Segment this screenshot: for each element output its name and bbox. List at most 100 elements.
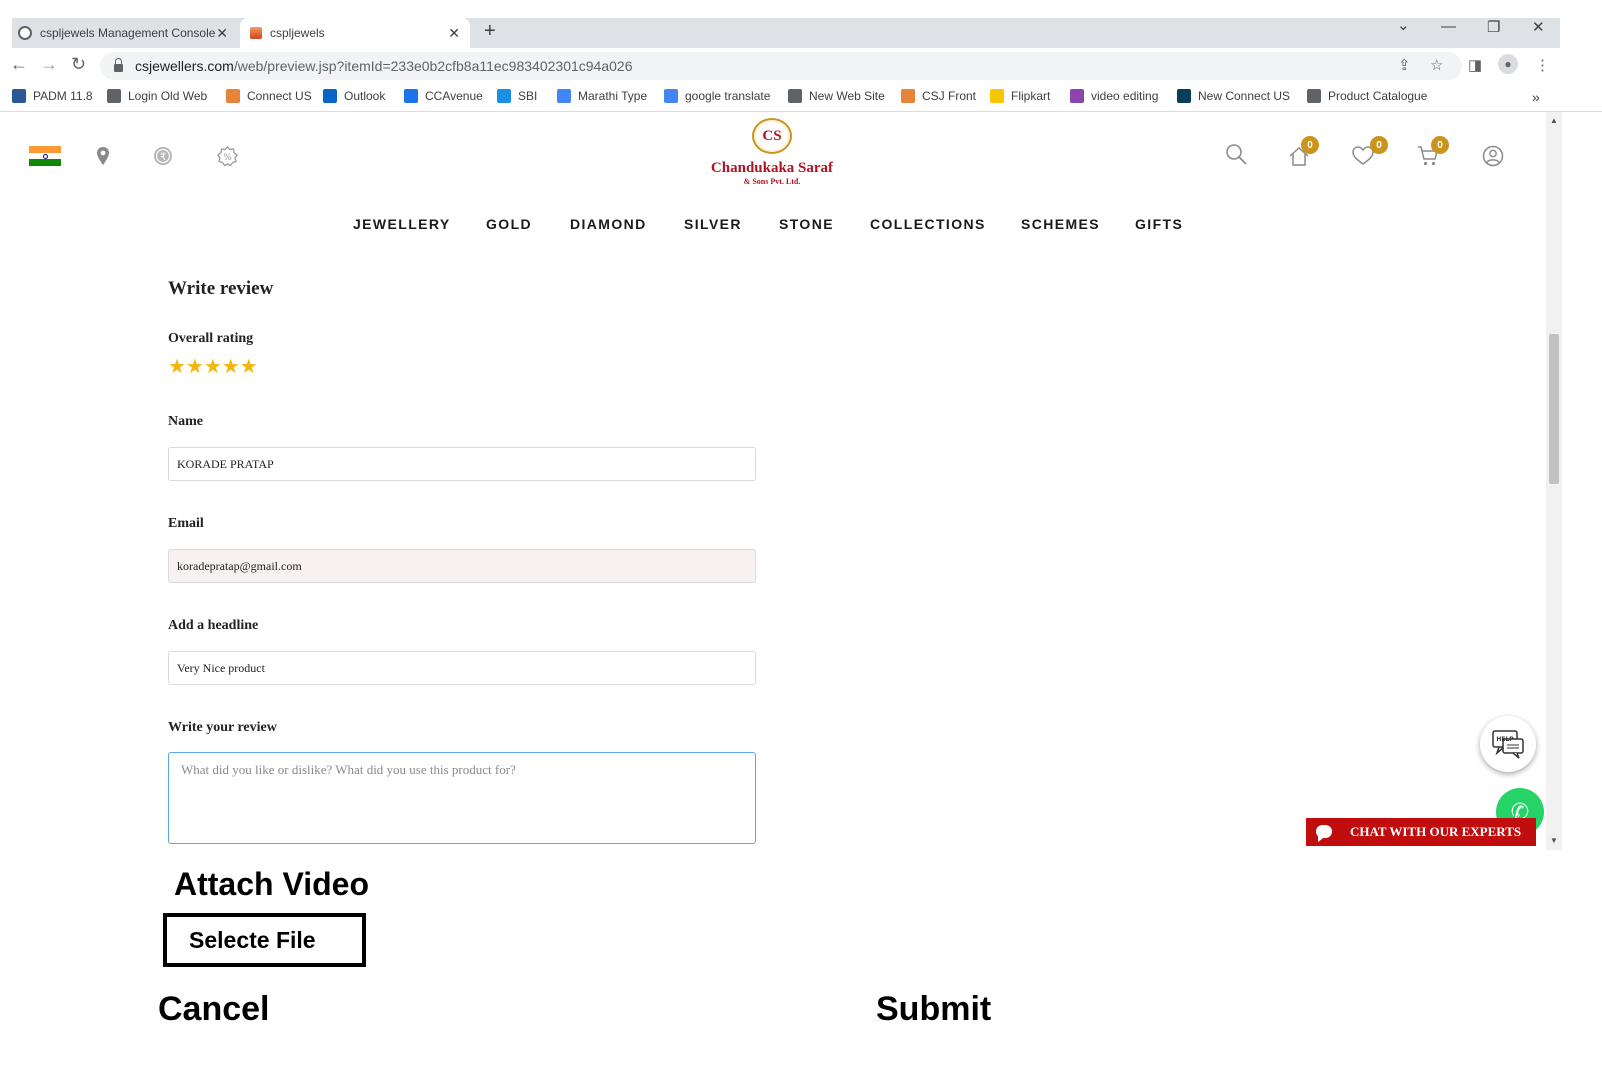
scroll-down-arrow-icon[interactable]: ▼ (1550, 836, 1558, 845)
wishlist-count-badge: 0 (1370, 136, 1388, 154)
bookmark-label: New Connect US (1198, 89, 1291, 103)
bookmark-favicon-icon (1070, 89, 1084, 103)
bookmark-item[interactable]: New Connect US (1177, 89, 1290, 103)
nav-diamond[interactable]: DIAMOND (570, 216, 647, 232)
email-input[interactable] (168, 549, 756, 583)
discount-offer-icon[interactable]: % (217, 146, 238, 167)
scroll-up-arrow-icon[interactable]: ▲ (1550, 116, 1558, 125)
minimize-button[interactable]: — (1441, 18, 1456, 35)
headline-input[interactable] (168, 651, 756, 685)
bookmark-label: Flipkart (1011, 89, 1051, 103)
overall-rating-label: Overall rating (168, 331, 254, 346)
page-scrollbar[interactable]: ▲ ▼ (1546, 112, 1562, 850)
close-icon[interactable]: ✕ (216, 25, 228, 42)
bookmark-item[interactable]: Marathi Type (557, 89, 647, 103)
bookmark-label: Login Old Web (128, 89, 208, 103)
logo-emblem: CS (752, 118, 792, 154)
user-account-icon[interactable] (1482, 145, 1504, 167)
scroll-thumb[interactable] (1549, 334, 1559, 484)
bookmark-favicon-icon (404, 89, 418, 103)
tab-title: cspljewels (270, 26, 325, 40)
bookmark-favicon-icon (990, 89, 1004, 103)
nav-silver[interactable]: SILVER (684, 216, 742, 232)
chat-with-experts-button[interactable]: CHAT WITH OUR EXPERTS (1306, 818, 1536, 846)
bookmark-favicon-icon (1307, 89, 1321, 103)
review-textarea[interactable] (168, 752, 756, 844)
nav-schemes[interactable]: SCHEMES (1021, 216, 1100, 232)
address-bar-row: ← → ↻ csjewellers.com/web/preview.jsp?it… (0, 48, 1602, 84)
chat-bubble-icon (1316, 825, 1332, 842)
bookmark-item[interactable]: google translate (664, 89, 770, 103)
bookmark-item[interactable]: CSJ Front (901, 89, 976, 103)
bookmark-star-icon[interactable]: ☆ (1430, 56, 1443, 74)
bookmark-label: video editing (1091, 89, 1159, 103)
tab-cspljewels[interactable]: cspljewels ✕ (240, 18, 470, 48)
bookmark-favicon-icon (226, 89, 240, 103)
nav-collections[interactable]: COLLECTIONS (870, 216, 986, 232)
bookmark-favicon-icon (12, 89, 26, 103)
name-input[interactable] (168, 447, 756, 481)
window-close-button[interactable]: ✕ (1532, 18, 1545, 36)
browser-tab-strip: cspljewels Management Console ✕ cspljewe… (0, 0, 1602, 48)
bookmark-item[interactable]: New Web Site (788, 89, 885, 103)
name-label: Name (168, 414, 203, 429)
bookmark-item[interactable]: PADM 11.8 (12, 89, 93, 103)
select-file-button[interactable]: Selecte File (163, 913, 366, 967)
side-panel-icon[interactable]: ◨ (1468, 56, 1482, 74)
bookmark-label: SBI (518, 89, 538, 103)
bookmark-item[interactable]: SBI (497, 89, 537, 103)
new-tab-button[interactable]: + (484, 20, 496, 43)
help-text: HELP (1496, 736, 1514, 743)
bookmark-favicon-icon (901, 89, 915, 103)
bookmark-item[interactable]: CCAvenue (404, 89, 483, 103)
back-arrow-icon[interactable]: ← (10, 54, 28, 75)
bookmark-item[interactable]: Flipkart (990, 89, 1050, 103)
bookmark-item[interactable]: Login Old Web (107, 89, 207, 103)
brand-logo[interactable]: CS Chandukaka Saraf & Sons Pvt. Ltd. (692, 118, 852, 186)
bookmark-label: Marathi Type (578, 89, 648, 103)
bookmark-label: CSJ Front (922, 89, 977, 103)
email-label: Email (168, 516, 204, 531)
bookmark-label: Outlook (344, 89, 386, 103)
main-navigation: JEWELLERY GOLD DIAMOND SILVER STONE COLL… (0, 216, 1546, 240)
profile-avatar-icon[interactable]: ● (1498, 54, 1518, 74)
star-rating[interactable]: ★★★★★ (168, 354, 258, 379)
close-icon[interactable]: ✕ (448, 25, 460, 42)
bookmark-item[interactable]: Connect US (226, 89, 312, 103)
bookmarks-overflow-icon[interactable]: » (1532, 89, 1540, 105)
bookmark-label: New Web Site (809, 89, 885, 103)
bookmark-item[interactable]: Product Catalogue (1307, 89, 1427, 103)
help-chat-button[interactable]: HELP (1480, 716, 1536, 772)
restore-button[interactable]: ❐ (1487, 18, 1500, 36)
bookmark-favicon-icon (1177, 89, 1191, 103)
globe-icon (18, 26, 32, 40)
tab-search-icon[interactable]: ⌄ (1397, 16, 1410, 34)
india-flag-icon[interactable] (29, 146, 61, 167)
bookmark-item[interactable]: Outlook (323, 89, 385, 103)
location-pin-icon[interactable] (96, 146, 110, 166)
logo-subtitle: & Sons Pvt. Ltd. (743, 177, 801, 186)
nav-jewellery[interactable]: JEWELLERY (353, 216, 451, 232)
share-icon[interactable]: ⇪ (1398, 56, 1411, 74)
search-icon[interactable] (1225, 143, 1248, 166)
logo-name: Chandukaka Saraf (710, 160, 834, 176)
cancel-button[interactable]: Cancel (158, 990, 270, 1029)
reload-icon[interactable]: ↻ (71, 54, 86, 75)
home-count-badge: 0 (1301, 136, 1319, 154)
bookmark-item[interactable]: video editing (1070, 89, 1158, 103)
attach-video-heading: Attach Video (174, 866, 369, 902)
bookmark-label: PADM 11.8 (33, 89, 93, 103)
menu-kebab-icon[interactable]: ⋮ (1535, 56, 1550, 74)
nav-gifts[interactable]: GIFTS (1135, 216, 1183, 232)
rupee-coin-icon[interactable]: ₹ (153, 146, 173, 166)
nav-gold[interactable]: GOLD (486, 216, 532, 232)
help-speech-icon: HELP (1492, 730, 1524, 759)
tab-management-console[interactable]: cspljewels Management Console ✕ (12, 18, 238, 48)
forward-arrow-icon[interactable]: → (40, 54, 58, 75)
submit-button[interactable]: Submit (876, 990, 991, 1029)
review-label: Write your review (168, 720, 277, 735)
nav-stone[interactable]: STONE (779, 216, 834, 232)
lock-icon[interactable] (114, 58, 123, 72)
address-bar[interactable]: csjewellers.com/web/preview.jsp?itemId=2… (100, 52, 1462, 80)
form-title: Write review (168, 278, 274, 299)
